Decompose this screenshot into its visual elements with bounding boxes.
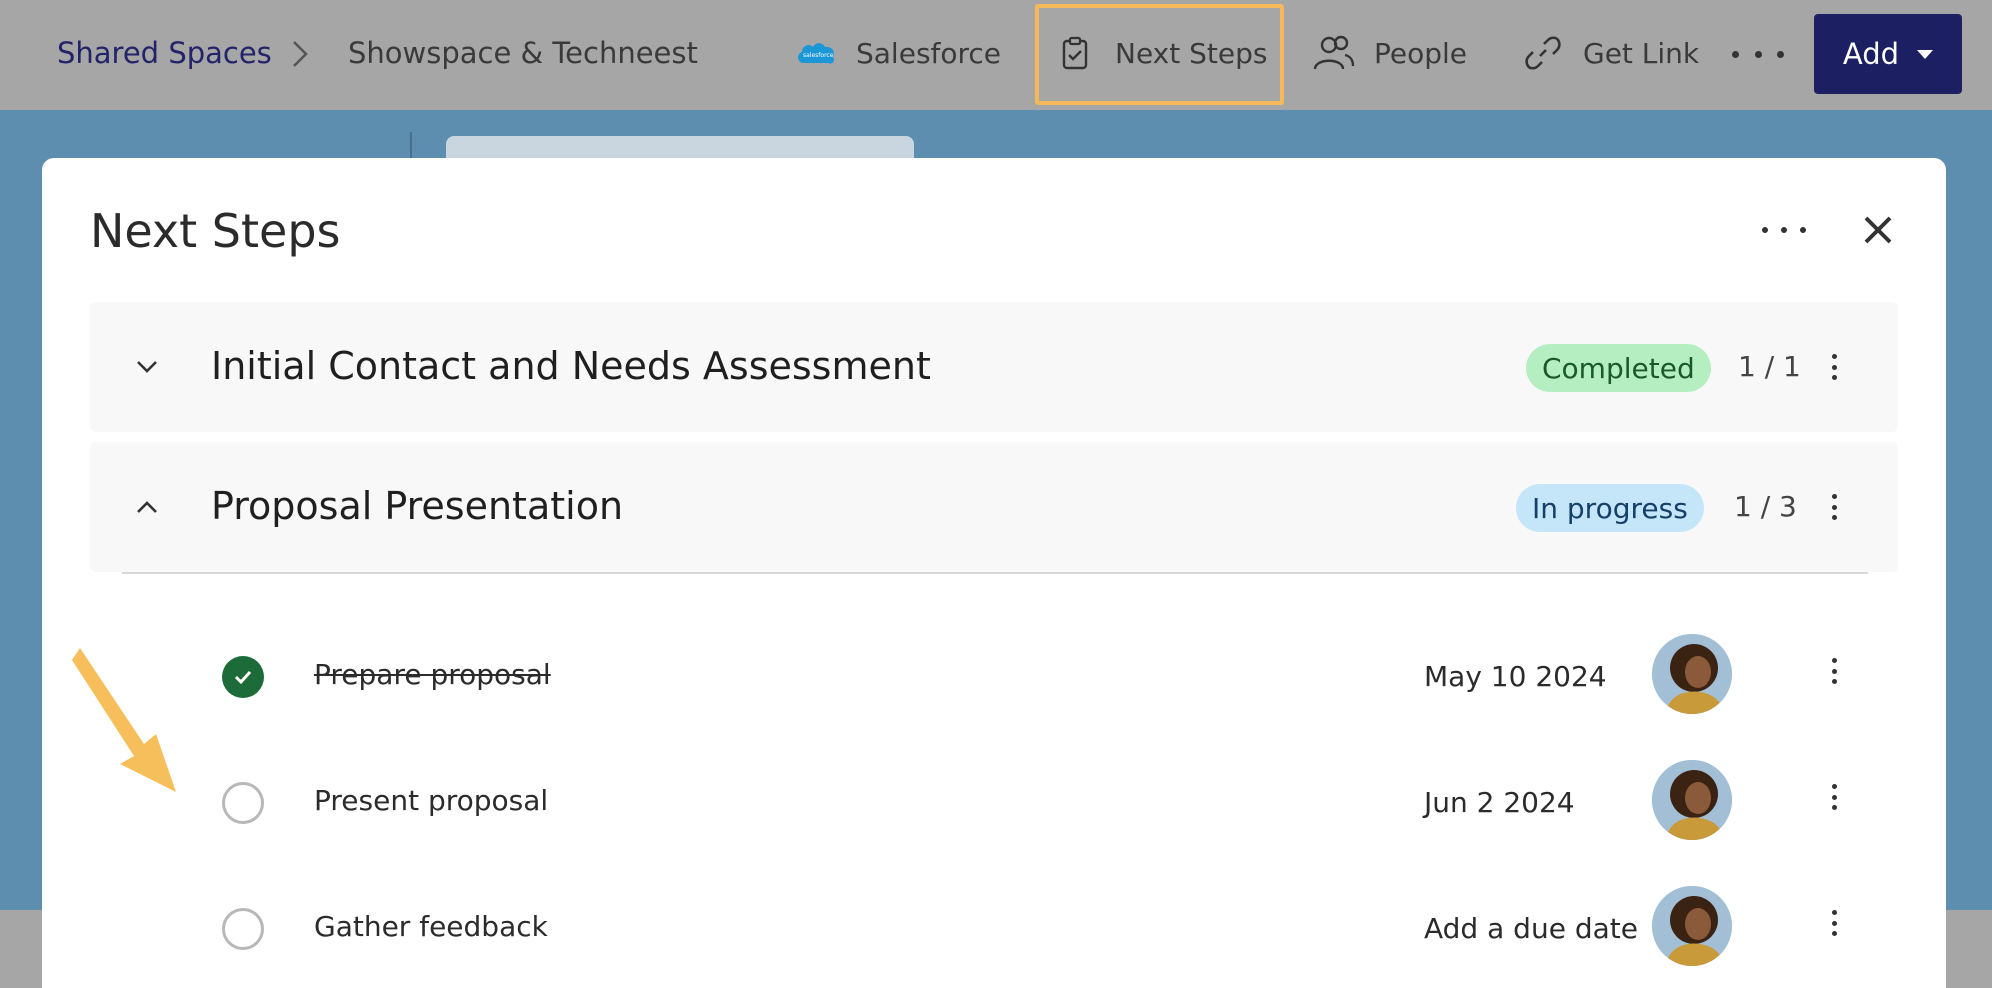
nav-get-link-label: Get Link: [1583, 36, 1700, 70]
add-button-label: Add: [1842, 37, 1900, 71]
section-proposal-presentation[interactable]: Proposal Presentation In progress 1 / 3: [90, 442, 1898, 572]
nav-salesforce-label: Salesforce: [856, 36, 1002, 70]
section-count: 1 / 1: [1738, 350, 1801, 383]
kebab-menu-icon[interactable]: [1830, 354, 1838, 380]
avatar[interactable]: [1652, 886, 1732, 966]
link-icon: [1521, 31, 1565, 75]
nav-get-link-button[interactable]: Get Link: [1521, 28, 1699, 78]
modal-more-icon[interactable]: [1762, 224, 1806, 236]
avatar[interactable]: [1652, 760, 1732, 840]
breadcrumb-root-link[interactable]: Shared Spaces: [57, 36, 272, 70]
chevron-up-icon[interactable]: [132, 492, 162, 522]
caret-down-icon: [1917, 49, 1934, 59]
kebab-menu-icon[interactable]: [1830, 494, 1838, 520]
task-checkbox-checked[interactable]: [222, 656, 264, 698]
pointer-arrow-icon: [72, 648, 176, 792]
chevron-right-icon: [293, 41, 308, 67]
section-title: Proposal Presentation: [211, 484, 624, 528]
section-title: Initial Contact and Needs Assessment: [211, 344, 931, 388]
task-checkbox[interactable]: [222, 782, 264, 824]
chevron-down-icon[interactable]: [132, 352, 162, 382]
nav-next-steps-label: Next Steps: [1115, 36, 1268, 70]
task-due-date[interactable]: May 10 2024: [1424, 660, 1607, 693]
section-count: 1 / 3: [1734, 490, 1797, 523]
people-icon: [1312, 31, 1356, 75]
add-button[interactable]: Add: [1814, 14, 1962, 94]
task-label[interactable]: Gather feedback: [314, 910, 548, 943]
section-initial-contact[interactable]: Initial Contact and Needs Assessment Com…: [90, 302, 1898, 432]
salesforce-cloud-icon: salesforce: [794, 31, 838, 75]
nav-people-label: People: [1374, 36, 1468, 70]
kebab-menu-icon[interactable]: [1830, 910, 1838, 936]
task-label[interactable]: Present proposal: [314, 784, 548, 817]
task-label[interactable]: Prepare proposal: [314, 658, 551, 691]
add-due-date-link[interactable]: Add a due date: [1424, 912, 1638, 945]
top-bar: Shared Spaces Showspace & Techneest sale…: [0, 0, 1992, 110]
task-row: Prepare proposal May 10 2024: [90, 626, 1898, 726]
modal-title: Next Steps: [90, 204, 341, 258]
avatar[interactable]: [1652, 634, 1732, 714]
status-badge: Completed: [1526, 344, 1711, 392]
checkmark-icon: [234, 670, 252, 685]
nav-next-steps-button[interactable]: Next Steps: [1053, 28, 1267, 78]
task-checkbox[interactable]: [222, 908, 264, 950]
more-horizontal-icon[interactable]: [1732, 36, 1784, 72]
next-steps-modal: Next Steps Initial Contact and Needs Ass…: [42, 158, 1946, 988]
kebab-menu-icon[interactable]: [1830, 658, 1838, 684]
task-row: Gather feedback Add a due date: [90, 878, 1898, 978]
breadcrumb-current: Showspace & Techneest: [348, 36, 698, 70]
task-row: Present proposal Jun 2 2024: [90, 752, 1898, 852]
section-divider: [122, 572, 1868, 574]
svg-text:salesforce: salesforce: [803, 52, 834, 59]
status-badge: In progress: [1516, 484, 1704, 532]
task-due-date[interactable]: Jun 2 2024: [1424, 786, 1575, 819]
kebab-menu-icon[interactable]: [1830, 784, 1838, 810]
nav-people-button[interactable]: People: [1312, 28, 1467, 78]
clipboard-check-icon: [1053, 31, 1097, 75]
nav-salesforce-button[interactable]: salesforce Salesforce: [794, 28, 1001, 78]
close-icon[interactable]: [1858, 210, 1898, 250]
